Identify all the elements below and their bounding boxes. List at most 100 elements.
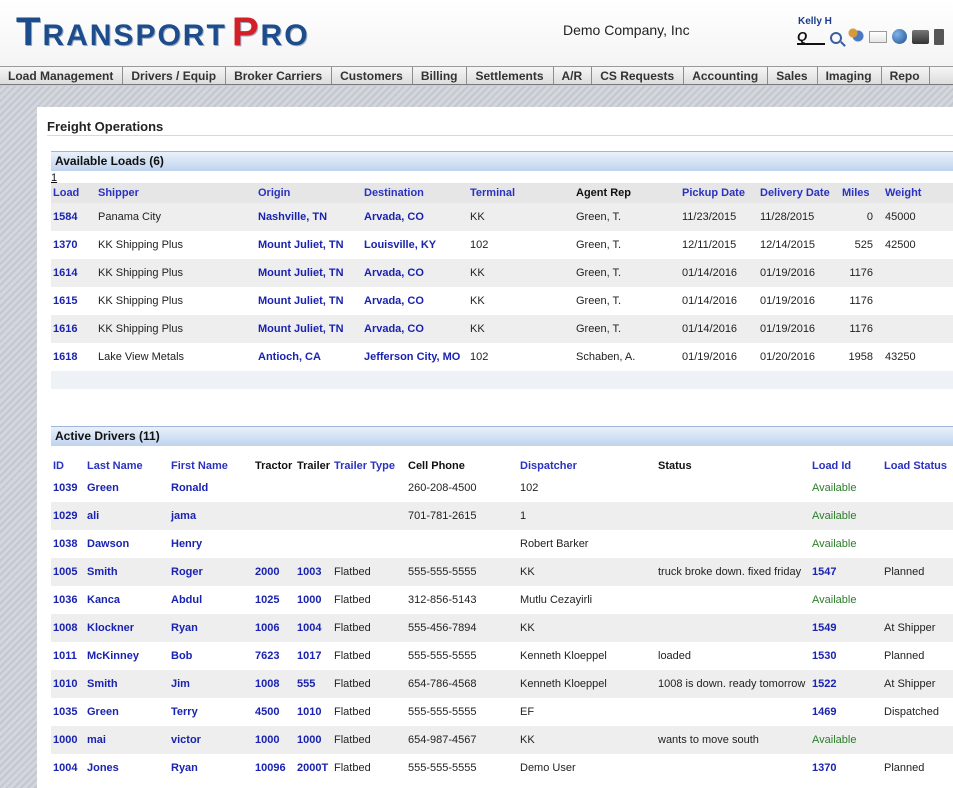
menu-ar[interactable]: A/R	[554, 67, 593, 84]
load-id-link[interactable]: 1469	[810, 698, 882, 726]
tractor-link[interactable]: 1008	[253, 670, 295, 698]
col-load[interactable]: Load	[51, 183, 96, 203]
destination-link[interactable]: Arvada, CO	[362, 259, 468, 287]
last-name-link[interactable]: ali	[85, 502, 169, 530]
tractor-link[interactable]: 1006	[253, 614, 295, 642]
load-number-link[interactable]: 1615	[51, 287, 96, 315]
tractor-link[interactable]	[253, 530, 295, 558]
load-number-link[interactable]: 1618	[51, 343, 96, 371]
driver-id-link[interactable]: 1005	[51, 558, 85, 586]
last-name-link[interactable]: McKinney	[85, 642, 169, 670]
menu-sales[interactable]: Sales	[768, 67, 818, 84]
trailer-link[interactable]: 1000	[295, 586, 332, 614]
first-name-link[interactable]: Roger	[169, 558, 253, 586]
destination-link[interactable]: Arvada, CO	[362, 287, 468, 315]
trailer-link[interactable]: 555	[295, 670, 332, 698]
driver-id-link[interactable]: 1035	[51, 698, 85, 726]
print-icon[interactable]	[912, 29, 929, 44]
search-icon[interactable]	[830, 31, 842, 44]
tractor-link[interactable]: 10096	[253, 754, 295, 782]
origin-link[interactable]: Mount Juliet, TN	[256, 315, 362, 343]
col-trailer-type[interactable]: Trailer Type	[332, 458, 406, 474]
origin-link[interactable]: Mount Juliet, TN	[256, 259, 362, 287]
col-load-id[interactable]: Load Id	[810, 458, 882, 474]
last-name-link[interactable]: Klockner	[85, 614, 169, 642]
menu-settlements[interactable]: Settlements	[467, 67, 554, 84]
last-name-link[interactable]: Kanca	[85, 586, 169, 614]
menu-broker-carriers[interactable]: Broker Carriers	[226, 67, 333, 84]
transport-pro-logo[interactable]: TRANSPORT PRO	[16, 10, 310, 55]
first-name-link[interactable]: victor	[169, 726, 253, 754]
tractor-link[interactable]	[253, 502, 295, 530]
col-shipper[interactable]: Shipper	[96, 183, 256, 203]
last-name-link[interactable]: Smith	[85, 670, 169, 698]
tractor-link[interactable]: 1000	[253, 726, 295, 754]
menu-customers[interactable]: Customers	[332, 67, 413, 84]
driver-id-link[interactable]: 1010	[51, 670, 85, 698]
menu-imaging[interactable]: Imaging	[818, 67, 882, 84]
last-name-link[interactable]: Green	[85, 474, 169, 502]
load-id-link[interactable]: 1549	[810, 614, 882, 642]
col-weight[interactable]: Weight	[883, 183, 953, 203]
driver-id-link[interactable]: 1004	[51, 754, 85, 782]
menu-accounting[interactable]: Accounting	[684, 67, 769, 84]
last-name-link[interactable]: Jones	[85, 754, 169, 782]
trailer-link[interactable]: 1010	[295, 698, 332, 726]
first-name-link[interactable]: Terry	[169, 698, 253, 726]
tractor-link[interactable]	[253, 474, 295, 502]
user-name-link[interactable]: Kelly H	[798, 16, 832, 27]
col-id[interactable]: ID	[51, 458, 85, 474]
col-terminal[interactable]: Terminal	[468, 183, 574, 203]
load-id-link[interactable]: 1370	[810, 754, 882, 782]
trailer-link[interactable]: 1017	[295, 642, 332, 670]
trailer-link[interactable]: 1000	[295, 726, 332, 754]
first-name-link[interactable]: Henry	[169, 530, 253, 558]
origin-link[interactable]: Mount Juliet, TN	[256, 287, 362, 315]
last-name-link[interactable]: Dawson	[85, 530, 169, 558]
first-name-link[interactable]: Ryan	[169, 614, 253, 642]
load-number-link[interactable]: 1370	[51, 231, 96, 259]
driver-id-link[interactable]: 1029	[51, 502, 85, 530]
driver-id-link[interactable]: 1038	[51, 530, 85, 558]
trailer-link[interactable]: 1003	[295, 558, 332, 586]
destination-link[interactable]: Arvada, CO	[362, 315, 468, 343]
origin-link[interactable]: Antioch, CA	[256, 343, 362, 371]
destination-link[interactable]: Louisville, KY	[362, 231, 468, 259]
globe-icon[interactable]	[892, 29, 907, 44]
col-load-status[interactable]: Load Status	[882, 458, 953, 474]
destination-link[interactable]: Arvada, CO	[362, 203, 468, 231]
driver-id-link[interactable]: 1039	[51, 474, 85, 502]
trailer-link[interactable]	[295, 474, 332, 502]
col-destination[interactable]: Destination	[362, 183, 468, 203]
tractor-link[interactable]: 1025	[253, 586, 295, 614]
origin-link[interactable]: Nashville, TN	[256, 203, 362, 231]
load-id-link[interactable]: 1530	[810, 642, 882, 670]
first-name-link[interactable]: jama	[169, 502, 253, 530]
col-miles[interactable]: Miles	[840, 183, 883, 203]
load-number-link[interactable]: 1614	[51, 259, 96, 287]
col-last-name[interactable]: Last Name	[85, 458, 169, 474]
menu-drivers-equip[interactable]: Drivers / Equip	[123, 67, 227, 84]
contacts-icon[interactable]	[847, 28, 864, 45]
last-name-link[interactable]: Green	[85, 698, 169, 726]
trailer-link[interactable]	[295, 530, 332, 558]
driver-id-link[interactable]: 1008	[51, 614, 85, 642]
first-name-link[interactable]: Ronald	[169, 474, 253, 502]
load-id-link[interactable]: 1522	[810, 670, 882, 698]
first-name-link[interactable]: Jim	[169, 670, 253, 698]
first-name-link[interactable]: Abdul	[169, 586, 253, 614]
driver-id-link[interactable]: 1011	[51, 642, 85, 670]
menu-reports[interactable]: Repo	[882, 67, 930, 84]
trailer-link[interactable]: 2000T	[295, 754, 332, 782]
origin-link[interactable]: Mount Juliet, TN	[256, 231, 362, 259]
load-number-link[interactable]: 1584	[51, 203, 96, 231]
col-origin[interactable]: Origin	[256, 183, 362, 203]
menu-billing[interactable]: Billing	[413, 67, 468, 84]
load-number-link[interactable]: 1616	[51, 315, 96, 343]
tractor-link[interactable]: 2000	[253, 558, 295, 586]
col-first-name[interactable]: First Name	[169, 458, 253, 474]
menu-load-management[interactable]: Load Management	[0, 67, 124, 84]
last-name-link[interactable]: Smith	[85, 558, 169, 586]
col-dispatcher[interactable]: Dispatcher	[518, 458, 656, 474]
trailer-link[interactable]	[295, 502, 332, 530]
